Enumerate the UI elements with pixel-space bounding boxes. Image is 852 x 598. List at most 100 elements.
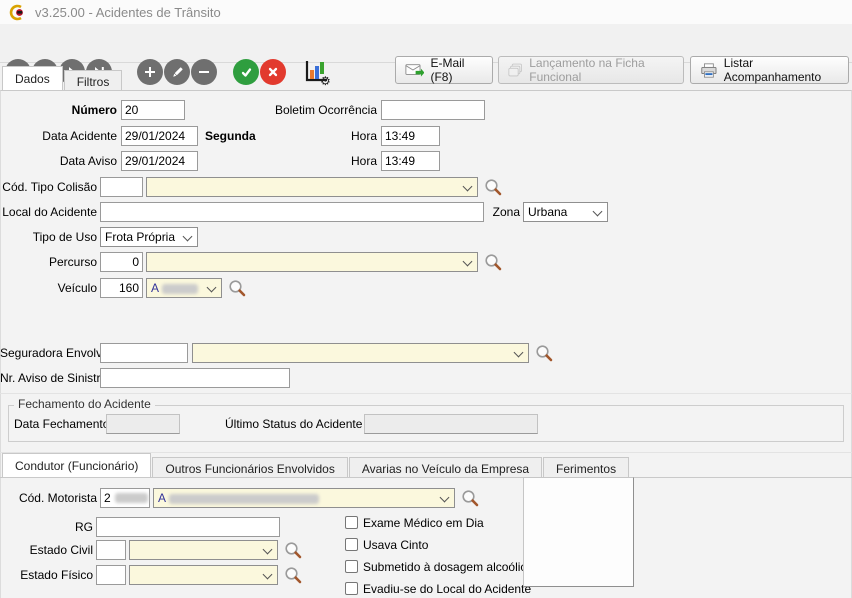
percurso-code-input[interactable] xyxy=(100,252,143,272)
detail-panel-border xyxy=(0,477,852,478)
tab-dados-label: Dados xyxy=(15,72,50,86)
veiculo-combo[interactable]: A xyxy=(146,278,222,298)
tipo-colisao-code-input[interactable] xyxy=(100,177,143,197)
detail-tab-strip: Condutor (Funcionário) Outros Funcionári… xyxy=(0,454,630,477)
listar-acompanhamento-button[interactable]: Listar Acompanhamento xyxy=(690,56,849,84)
cod-motorista-combo-redacted-text xyxy=(169,494,319,504)
zona-combo-value: Urbana xyxy=(528,205,567,219)
add-record-button[interactable] xyxy=(137,59,163,85)
chart-settings-button[interactable]: ⚙ xyxy=(303,58,333,86)
toolbar: ⚙ E-Mail (F8) Lançamento na Ficha Funcio… xyxy=(0,24,852,63)
hora-acidente-label: Hora xyxy=(330,126,377,146)
evadiu-local-checkbox[interactable] xyxy=(345,582,358,595)
tipo-colisao-label: Cód. Tipo Colisão xyxy=(0,177,97,197)
delete-record-button[interactable] xyxy=(191,59,217,85)
tab-condutor-label: Condutor (Funcionário) xyxy=(15,459,138,473)
tab-condutor[interactable]: Condutor (Funcionário) xyxy=(2,453,151,477)
x-icon xyxy=(267,66,279,78)
chevron-down-icon xyxy=(463,182,473,192)
tipo-colisao-search-icon[interactable] xyxy=(484,178,502,196)
estado-fisico-search-icon[interactable] xyxy=(284,566,302,584)
percurso-search-icon[interactable] xyxy=(484,253,502,271)
rg-input[interactable] xyxy=(96,517,280,537)
veiculo-code-input[interactable] xyxy=(100,278,143,298)
aviso-sinistro-input[interactable] xyxy=(100,368,290,388)
dosagem-alcoolica-checkbox[interactable] xyxy=(345,560,358,573)
ultimo-status-input xyxy=(364,414,538,434)
tipo-uso-label: Tipo de Uso xyxy=(0,227,97,247)
local-acidente-input[interactable] xyxy=(100,202,484,222)
separator-line xyxy=(0,393,852,394)
hora-aviso-label: Hora xyxy=(330,151,377,171)
tab-outros-funcionarios-label: Outros Funcionários Envolvidos xyxy=(165,462,334,476)
cod-motorista-combo[interactable]: A xyxy=(153,488,455,508)
local-acidente-label: Local do Acidente xyxy=(0,202,97,222)
tipo-uso-combo-value: Frota Própria xyxy=(105,230,175,244)
hora-acidente-input[interactable] xyxy=(381,126,440,146)
estado-civil-search-icon[interactable] xyxy=(284,541,302,559)
sheets-stack-icon xyxy=(508,62,523,78)
ultimo-status-label: Último Status do Acidente xyxy=(225,414,358,434)
tab-dados[interactable]: Dados xyxy=(2,66,63,90)
ficha-funcional-button-label: Lançamento na Ficha Funcional xyxy=(529,56,674,84)
cod-motorista-redacted-text xyxy=(115,493,148,503)
hora-aviso-input[interactable] xyxy=(381,151,440,171)
percurso-combo[interactable] xyxy=(146,252,478,272)
tab-avarias-veiculo[interactable]: Avarias no Veículo da Empresa xyxy=(349,457,542,477)
listar-acompanhamento-button-label: Listar Acompanhamento xyxy=(724,56,839,84)
tab-filtros-label: Filtros xyxy=(77,75,110,89)
tipo-uso-combo[interactable]: Frota Própria xyxy=(100,227,198,247)
percurso-label: Percurso xyxy=(0,252,97,272)
data-aviso-input[interactable] xyxy=(121,151,198,171)
zona-combo[interactable]: Urbana xyxy=(523,202,608,222)
exame-medico-checkbox[interactable] xyxy=(345,516,358,529)
title-bar: v3.25.00 - Acidentes de Trânsito xyxy=(0,0,852,24)
chevron-down-icon xyxy=(593,207,603,217)
pencil-icon xyxy=(171,66,184,79)
estado-civil-label: Estado Civil xyxy=(0,540,93,560)
chevron-down-icon xyxy=(207,283,217,293)
weekday-label: Segunda xyxy=(205,126,295,146)
chevron-down-icon xyxy=(263,545,273,555)
accident-window: v3.25.00 - Acidentes de Trânsito xyxy=(0,0,852,598)
tab-outros-funcionarios[interactable]: Outros Funcionários Envolvidos xyxy=(152,457,347,477)
veiculo-search-icon[interactable] xyxy=(228,279,246,297)
data-fechamento-label: Data Fechamento xyxy=(14,414,104,434)
cod-motorista-label: Cód. Motorista xyxy=(0,488,97,508)
email-icon xyxy=(405,62,424,78)
cancel-button[interactable] xyxy=(260,59,286,85)
estado-civil-combo[interactable] xyxy=(129,540,278,560)
numero-label: Número xyxy=(0,100,117,120)
usava-cinto-checkbox[interactable] xyxy=(345,538,358,551)
confirm-button[interactable] xyxy=(233,59,259,85)
estado-fisico-label: Estado Físico xyxy=(0,565,93,585)
seguradora-combo[interactable] xyxy=(192,343,529,363)
estado-fisico-combo[interactable] xyxy=(129,565,278,585)
seguradora-search-icon[interactable] xyxy=(535,344,553,362)
aviso-sinistro-label: Nr. Aviso de Sinistro xyxy=(0,368,97,388)
estado-civil-code-input[interactable] xyxy=(96,540,126,560)
bar-chart-gear-icon: ⚙ xyxy=(303,58,333,86)
tab-avarias-veiculo-label: Avarias no Veículo da Empresa xyxy=(362,462,529,476)
seguradora-code-input[interactable] xyxy=(100,343,188,363)
plus-icon xyxy=(144,66,156,78)
data-acidente-label: Data Acidente xyxy=(0,126,117,146)
edit-record-button[interactable] xyxy=(164,59,190,85)
email-button[interactable]: E-Mail (F8) xyxy=(395,56,493,84)
estado-fisico-code-input[interactable] xyxy=(96,565,126,585)
tab-ferimentos[interactable]: Ferimentos xyxy=(543,457,629,477)
main-tab-strip: Dados Filtros xyxy=(0,67,123,90)
cod-motorista-search-icon[interactable] xyxy=(461,489,479,507)
seguradora-label: Seguradora Envolvida xyxy=(0,343,97,363)
data-aviso-label: Data Aviso xyxy=(0,151,117,171)
rg-label: RG xyxy=(0,517,93,537)
boletim-ocorrencia-input[interactable] xyxy=(381,100,485,120)
tipo-colisao-combo[interactable] xyxy=(146,177,478,197)
numero-input[interactable] xyxy=(121,100,185,120)
data-acidente-input[interactable] xyxy=(121,126,198,146)
tab-filtros[interactable]: Filtros xyxy=(64,70,123,90)
usava-cinto-checkbox-label: Usava Cinto xyxy=(363,537,428,553)
dosagem-alcoolica-checkbox-label: Submetido à dosagem alcoólica xyxy=(363,559,533,575)
chevron-down-icon xyxy=(514,348,524,358)
chevron-down-icon xyxy=(440,493,450,503)
